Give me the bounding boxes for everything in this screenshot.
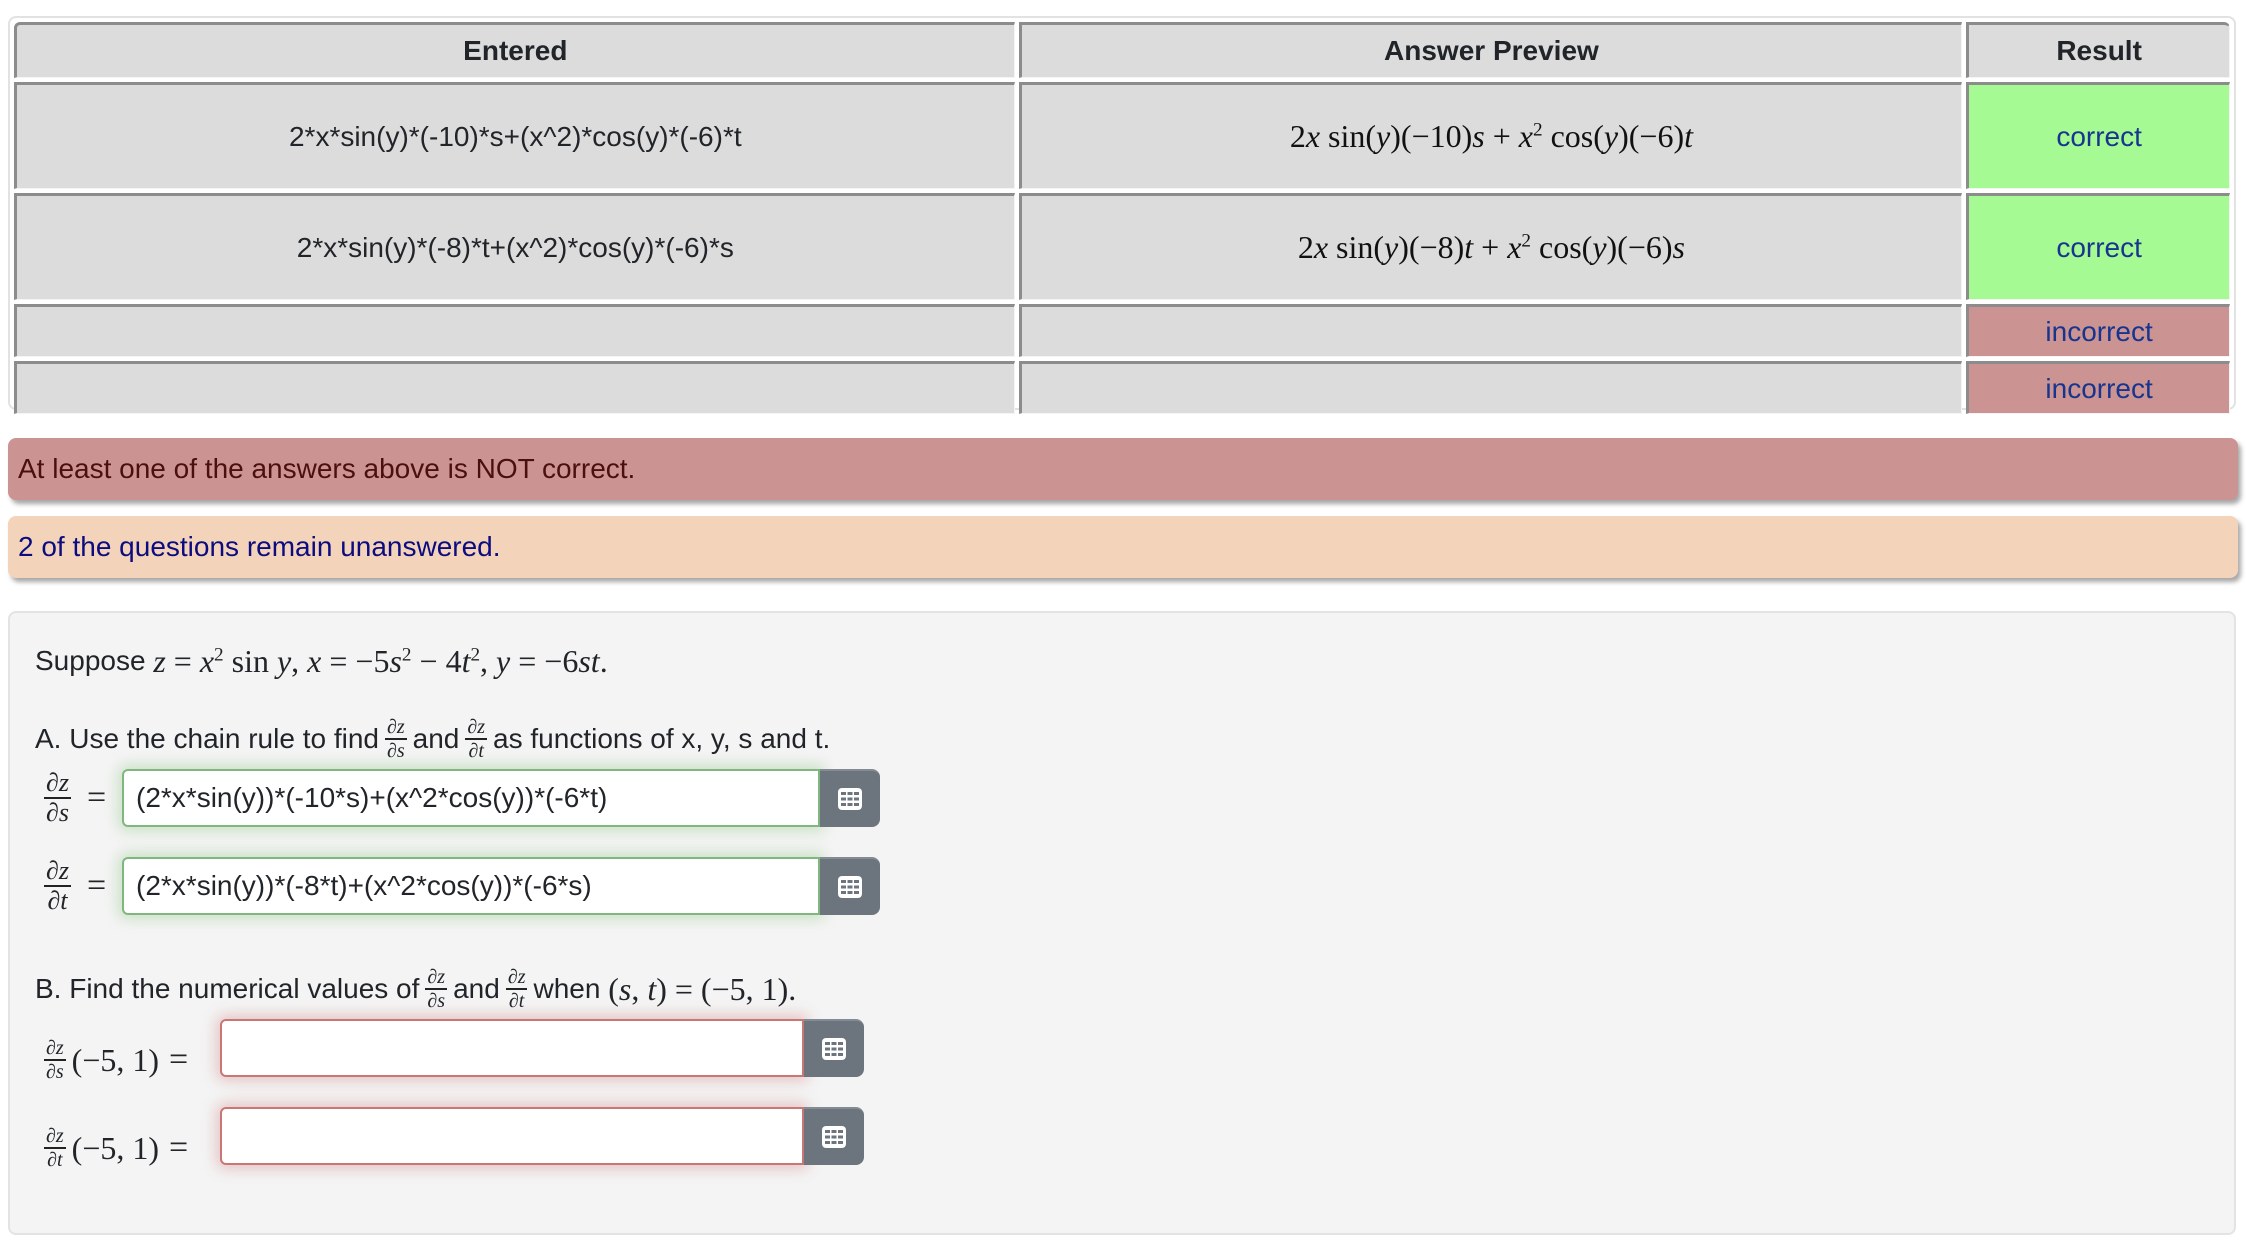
problem-container: Suppose z = x2 sin y, x = −5s2 − 4t2, y … <box>8 611 2236 1235</box>
answer-a2-group <box>122 857 880 915</box>
results-table: Entered Answer Preview Result 2*x*sin(y)… <box>10 18 2234 418</box>
table-row: incorrect <box>14 361 2230 414</box>
equals-sign: = <box>169 1129 189 1166</box>
given-equations: z = x2 sin y, x = −5s2 − 4t2, y = −6st. <box>153 642 608 679</box>
header-answer-preview: Answer Preview <box>1018 22 1963 78</box>
error-banner: At least one of the answers above is NOT… <box>8 438 2238 500</box>
part-a-suffix: as functions of x, y, s and t. <box>493 723 831 754</box>
part-b-and: and <box>453 973 500 1004</box>
dz-ds-fraction: ∂z ∂s <box>44 1037 66 1083</box>
part-b-prompt: B. Find the numerical values of ∂z ∂s and… <box>35 959 796 1019</box>
part-a-prompt: A. Use the chain rule to find ∂z ∂s and ∂… <box>35 709 830 769</box>
grid-keypad-icon <box>822 1126 846 1148</box>
answer-b2-input[interactable] <box>220 1107 804 1165</box>
answer-a2-label: ∂z ∂t = <box>38 857 106 915</box>
answer-b1-group <box>220 1019 864 1077</box>
answer-b2-group <box>220 1107 864 1165</box>
result-cell-correct: correct <box>1966 193 2230 300</box>
answer-preview-cell: 2x sin(y)(−8)t + x2 cos(y)(−6)s <box>1018 193 1963 300</box>
math-keyboard-button[interactable] <box>804 1107 864 1165</box>
preview-math: 2x sin(y)(−8)t + x2 cos(y)(−6)s <box>1297 229 1685 265</box>
answer-a1-label: ∂z ∂s = <box>38 769 106 827</box>
answer-a1-group <box>122 769 880 827</box>
answer-b1-label: ∂z ∂s (−5, 1) = <box>38 1031 188 1089</box>
part-b-when: when <box>533 973 601 1004</box>
part-a-and: and <box>412 723 460 754</box>
equals-sign: = <box>86 779 107 816</box>
equals-sign: = <box>86 867 107 904</box>
unanswered-message: 2 of the questions remain unanswered. <box>18 531 501 562</box>
header-entered: Entered <box>14 22 1015 78</box>
part-b-prefix: B. Find the numerical values of <box>35 973 420 1004</box>
unanswered-banner: 2 of the questions remain unanswered. <box>8 516 2238 578</box>
answer-preview-cell: 2x sin(y)(−10)s + x2 cos(y)(−6)t <box>1018 82 1963 189</box>
problem-statement: Suppose z = x2 sin y, x = −5s2 − 4t2, y … <box>35 637 608 685</box>
error-message: At least one of the answers above is NOT… <box>18 453 636 484</box>
suppose-label: Suppose <box>35 645 146 676</box>
table-row: 2*x*sin(y)*(-10)*s+(x^2)*cos(y)*(-6)*t 2… <box>14 82 2230 189</box>
part-a-prefix: A. Use the chain rule to find <box>35 723 379 754</box>
math-keyboard-button[interactable] <box>804 1019 864 1077</box>
point-equation: (s, t) = (−5, 1). <box>608 970 797 1007</box>
preview-math: 2x sin(y)(−10)s + x2 cos(y)(−6)t <box>1289 118 1693 154</box>
dz-dt-fraction: ∂z ∂t <box>465 716 488 762</box>
math-keyboard-button[interactable] <box>820 857 880 915</box>
answer-b2-label: ∂z ∂t (−5, 1) = <box>38 1119 188 1177</box>
dz-dt-fraction: ∂z ∂t <box>505 966 528 1012</box>
entered-cell: 2*x*sin(y)*(-10)*s+(x^2)*cos(y)*(-6)*t <box>14 82 1015 189</box>
equals-sign: = <box>169 1041 189 1078</box>
grid-keypad-icon <box>838 876 862 898</box>
table-row: 2*x*sin(y)*(-8)*t+(x^2)*cos(y)*(-6)*s 2x… <box>14 193 2230 300</box>
entered-cell: 2*x*sin(y)*(-8)*t+(x^2)*cos(y)*(-6)*s <box>14 193 1015 300</box>
result-cell-correct: correct <box>1966 82 2230 189</box>
dz-ds-fraction: ∂z ∂s <box>425 966 448 1012</box>
table-header-row: Entered Answer Preview Result <box>14 22 2230 78</box>
dz-dt-fraction: ∂z ∂t <box>44 856 71 915</box>
entered-cell <box>14 361 1015 414</box>
math-keyboard-button[interactable] <box>820 769 880 827</box>
results-table-container: Entered Answer Preview Result 2*x*sin(y)… <box>8 16 2236 414</box>
answer-preview-cell <box>1018 361 1963 414</box>
answer-preview-cell <box>1018 304 1963 357</box>
entered-cell <box>14 304 1015 357</box>
grid-keypad-icon <box>822 1038 846 1060</box>
grid-keypad-icon <box>838 788 862 810</box>
table-row: incorrect <box>14 304 2230 357</box>
dz-ds-fraction: ∂z ∂s <box>44 768 71 827</box>
dz-ds-fraction: ∂z ∂s <box>384 716 407 762</box>
result-cell-incorrect: incorrect <box>1966 304 2230 357</box>
result-cell-incorrect: incorrect <box>1966 361 2230 414</box>
dz-dt-fraction: ∂z ∂t <box>44 1125 66 1171</box>
answer-a2-input[interactable] <box>122 857 820 915</box>
evaluation-point: (−5, 1) <box>71 1129 160 1166</box>
answer-a1-input[interactable] <box>122 769 820 827</box>
header-result: Result <box>1966 22 2230 78</box>
evaluation-point: (−5, 1) <box>71 1041 160 1078</box>
answer-b1-input[interactable] <box>220 1019 804 1077</box>
